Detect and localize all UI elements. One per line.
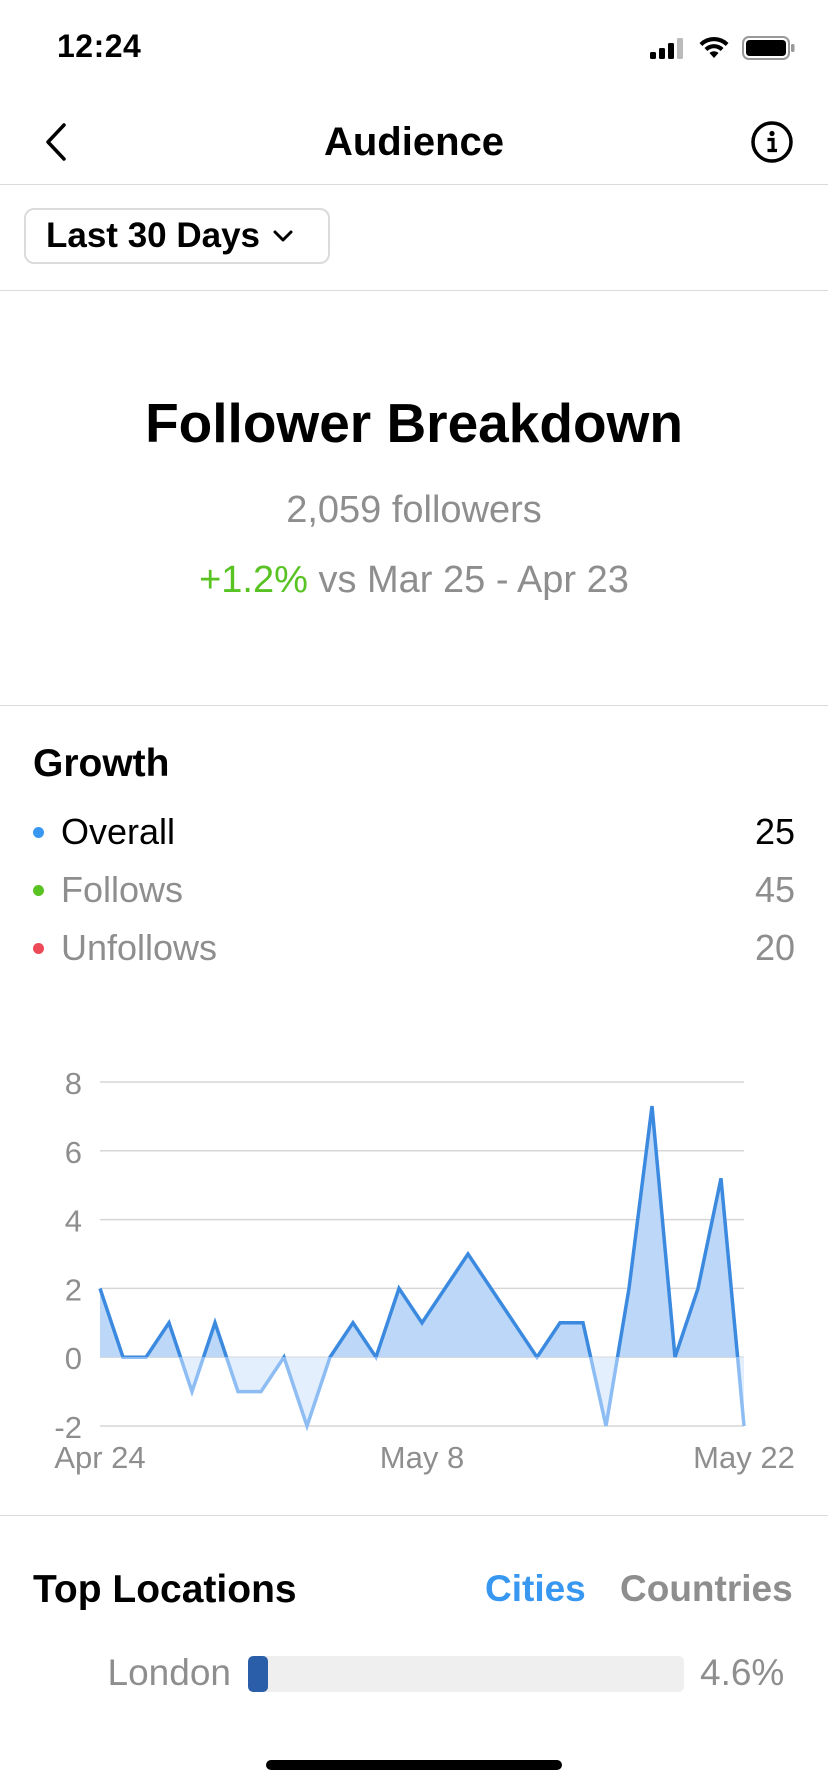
date-range-label: Last 30 Days — [46, 216, 261, 255]
growth-chart: 8 6 4 2 0 -2 Apr 24 May 8 May 22 — [0, 1040, 828, 1490]
legend-row-overall: Overall 25 — [33, 804, 795, 860]
nav-bar: Audience — [0, 100, 828, 185]
legend-label: Unfollows — [61, 927, 218, 968]
y-tick-label: 0 — [65, 1341, 82, 1376]
follower-breakdown-section: Follower Breakdown 2,059 followers +1.2%… — [0, 291, 828, 706]
y-tick-label: 8 — [65, 1066, 82, 1101]
change-percent: +1.2% — [199, 559, 308, 601]
filter-bar: Last 30 Days — [0, 185, 828, 291]
top-locations-section: Top Locations Cities Countries London 4.… — [0, 1515, 828, 1746]
status-time: 12:24 — [57, 28, 142, 64]
legend-dot — [33, 884, 44, 896]
location-city: London — [107, 1652, 231, 1693]
section-title: Follower Breakdown — [145, 392, 683, 454]
y-tick-label: 6 — [65, 1135, 82, 1170]
y-tick-label: 2 — [65, 1272, 82, 1307]
status-icons — [650, 36, 796, 60]
battery-icon — [742, 36, 795, 60]
top-locations-title: Top Locations — [33, 1568, 297, 1611]
location-bar-fill — [248, 1656, 269, 1692]
location-percent: 4.6% — [700, 1652, 785, 1693]
info-icon — [751, 121, 793, 163]
wifi-icon — [699, 36, 729, 58]
date-range-dropdown[interactable]: Last 30 Days — [24, 208, 330, 264]
tab-cities[interactable]: Cities — [485, 1568, 586, 1610]
follower-change: +1.2% vs Mar 25 - Apr 23 — [0, 559, 828, 602]
legend-label: Follows — [61, 869, 184, 910]
tab-countries[interactable]: Countries — [620, 1568, 793, 1610]
status-bar: 12:24 — [0, 0, 828, 100]
page-title: Audience — [323, 120, 505, 164]
location-row: London 4.6% — [0, 1644, 828, 1700]
y-tick-label: 4 — [65, 1204, 82, 1239]
x-tick-label: May 8 — [380, 1440, 464, 1475]
change-comparison: vs Mar 25 - Apr 23 — [318, 559, 629, 601]
legend-value: 20 — [754, 927, 795, 968]
growth-chart-svg: 86420-2Apr 24 May 8 May 22 — [54, 1066, 795, 1475]
legend-dot — [33, 942, 44, 954]
x-tick-label: Apr 24 — [54, 1440, 145, 1475]
home-indicator — [266, 1760, 562, 1770]
legend-value: 25 — [754, 811, 795, 852]
cellular-signal-icon — [650, 38, 683, 59]
legend-row-unfollows: Unfollows 20 — [33, 920, 795, 976]
x-tick-label: May 22 — [693, 1440, 795, 1475]
growth-title: Growth — [33, 742, 170, 785]
info-button[interactable] — [744, 114, 800, 170]
follower-count: 2,059 followers — [286, 489, 542, 531]
chevron-down-icon — [273, 230, 293, 242]
legend-dot — [33, 826, 44, 838]
legend-label: Overall — [61, 811, 176, 852]
location-bar — [248, 1656, 684, 1692]
legend-value: 45 — [754, 869, 795, 910]
legend-row-follows: Follows 45 — [33, 862, 795, 918]
